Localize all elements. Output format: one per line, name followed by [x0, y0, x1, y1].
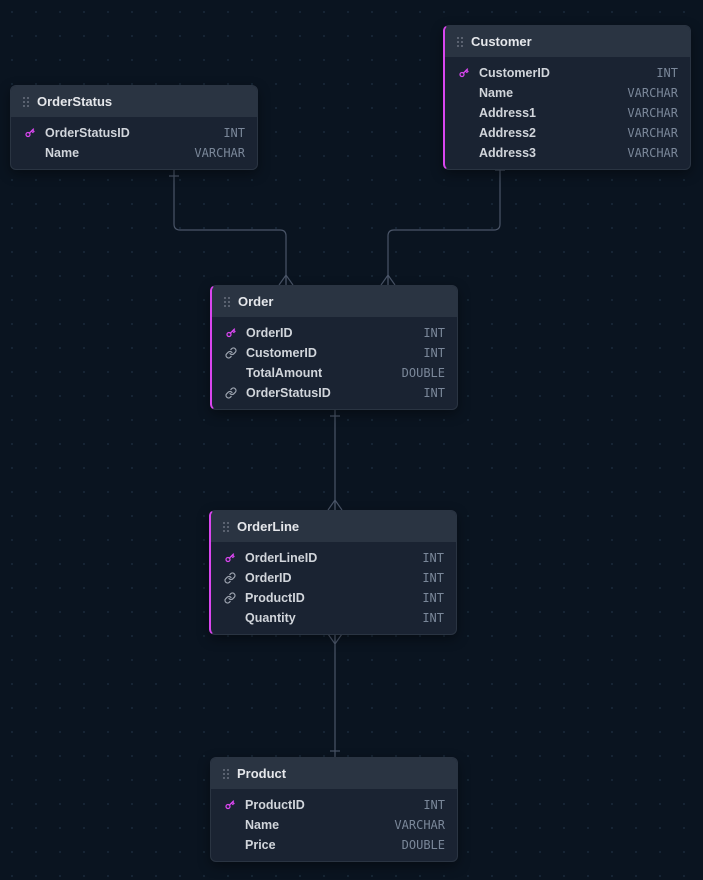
empty-icon [457, 86, 471, 100]
table-body: ProductID INT Name VARCHARPrice DOUBLE [211, 789, 457, 861]
column-type: INT [422, 571, 444, 585]
table-customer[interactable]: CustomerCustomerIDINTNameVARCHARAddress1… [443, 25, 691, 170]
key-icon [457, 66, 471, 80]
column-row[interactable]: TotalAmount DOUBLE [212, 363, 457, 383]
column-type: INT [223, 126, 245, 140]
empty-icon [457, 106, 471, 120]
empty-icon [457, 146, 471, 160]
column-type: DOUBLE [402, 366, 445, 380]
table-header[interactable]: OrderLine [211, 511, 456, 542]
empty-icon [23, 146, 37, 160]
table-header[interactable]: Customer [445, 26, 690, 57]
connector-line [388, 164, 500, 285]
drag-handle-icon[interactable] [223, 522, 229, 532]
drag-handle-icon[interactable] [223, 769, 229, 779]
column-name: OrderLineID [245, 551, 414, 565]
table-title: Product [237, 766, 286, 781]
empty-icon [224, 366, 238, 380]
column-type: DOUBLE [402, 838, 445, 852]
table-order[interactable]: Order OrderID INT CustomerID INT TotalAmount D… [210, 285, 458, 410]
key-icon [223, 798, 237, 812]
column-type: VARCHAR [627, 106, 678, 120]
column-row[interactable]: OrderID INT [211, 568, 456, 588]
column-name: ProductID [245, 798, 415, 812]
column-type: INT [423, 798, 445, 812]
column-row[interactable]: Name VARCHAR [211, 815, 457, 835]
link-icon [224, 346, 238, 360]
drag-handle-icon[interactable] [224, 297, 230, 307]
column-type: VARCHAR [394, 818, 445, 832]
table-body: OrderID INT CustomerID INT TotalAmount DOUBLE… [212, 317, 457, 409]
column-row[interactable]: OrderStatusID INT [11, 123, 257, 143]
empty-icon [223, 611, 237, 625]
table-title: Customer [471, 34, 532, 49]
column-type: VARCHAR [627, 126, 678, 140]
column-type: INT [423, 326, 445, 340]
table-title: Order [238, 294, 273, 309]
column-type: INT [422, 611, 444, 625]
empty-icon [223, 818, 237, 832]
column-type: VARCHAR [627, 86, 678, 100]
table-header[interactable]: Order [212, 286, 457, 317]
column-name: OrderID [245, 571, 414, 585]
column-row[interactable]: CustomerID INT [212, 343, 457, 363]
column-row[interactable]: Quantity INT [211, 608, 456, 628]
column-row[interactable]: OrderID INT [212, 323, 457, 343]
column-type: INT [422, 551, 444, 565]
column-name: Name [479, 86, 619, 100]
key-icon [223, 551, 237, 565]
column-row[interactable]: Price DOUBLE [211, 835, 457, 855]
column-name: Name [45, 146, 186, 160]
column-type: INT [423, 386, 445, 400]
empty-icon [223, 838, 237, 852]
column-name: CustomerID [246, 346, 415, 360]
table-header[interactable]: OrderStatus [11, 86, 257, 117]
link-icon [223, 591, 237, 605]
link-icon [224, 386, 238, 400]
drag-handle-icon[interactable] [457, 37, 463, 47]
table-title: OrderLine [237, 519, 299, 534]
column-type: VARCHAR [194, 146, 245, 160]
drag-handle-icon[interactable] [23, 97, 29, 107]
table-header[interactable]: Product [211, 758, 457, 789]
table-body: OrderLineIDINTOrderIDINTProductIDINTQuan… [211, 542, 456, 634]
empty-icon [457, 126, 471, 140]
column-name: Name [245, 818, 386, 832]
table-product[interactable]: Product ProductID INT Name VARCHARPrice DOUBL… [210, 757, 458, 862]
table-body: CustomerIDINTNameVARCHARAddress1VARCHARA… [445, 57, 690, 169]
column-row[interactable]: ProductID INT [211, 588, 456, 608]
column-row[interactable]: ProductID INT [211, 795, 457, 815]
table-order-status[interactable]: OrderStatus OrderStatusID INT Name VARCHAR [10, 85, 258, 170]
column-row[interactable]: CustomerID INT [445, 63, 690, 83]
column-row[interactable]: Address1 VARCHAR [445, 103, 690, 123]
column-name: Price [245, 838, 394, 852]
key-icon [23, 126, 37, 140]
column-type: INT [656, 66, 678, 80]
column-name: ProductID [245, 591, 414, 605]
table-body: OrderStatusID INT Name VARCHAR [11, 117, 257, 169]
column-row[interactable]: OrderLineID INT [211, 548, 456, 568]
column-name: CustomerID [479, 66, 648, 80]
column-name: OrderStatusID [246, 386, 415, 400]
column-type: INT [422, 591, 444, 605]
table-order-line[interactable]: OrderLineOrderLineIDINTOrderIDINTProduct… [209, 510, 457, 635]
link-icon [223, 571, 237, 585]
column-name: Address2 [479, 126, 619, 140]
column-name: Quantity [245, 611, 414, 625]
column-name: OrderStatusID [45, 126, 215, 140]
column-row[interactable]: Name VARCHAR [11, 143, 257, 163]
column-type: INT [423, 346, 445, 360]
column-name: Address1 [479, 106, 619, 120]
column-row[interactable]: Address2 VARCHAR [445, 123, 690, 143]
column-type: VARCHAR [627, 146, 678, 160]
column-name: Address3 [479, 146, 619, 160]
column-row[interactable]: OrderStatusID INT [212, 383, 457, 403]
column-row[interactable]: Address3 VARCHAR [445, 143, 690, 163]
table-title: OrderStatus [37, 94, 112, 109]
column-name: TotalAmount [246, 366, 394, 380]
column-name: OrderID [246, 326, 415, 340]
key-icon [224, 326, 238, 340]
connector-line [174, 170, 286, 285]
column-row[interactable]: Name VARCHAR [445, 83, 690, 103]
